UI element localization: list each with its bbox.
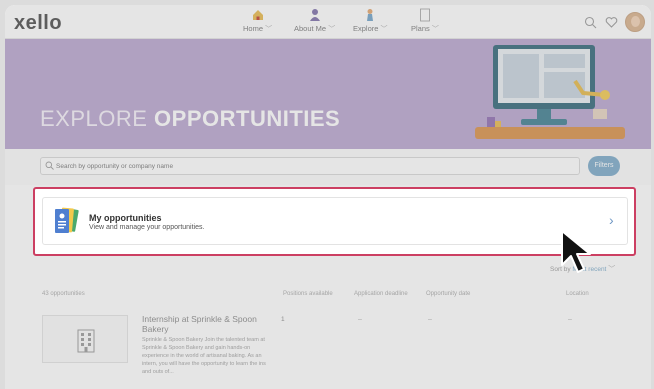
- my-opportunities-subtitle: View and manage your opportunities.: [89, 224, 205, 231]
- nav-explore-label: Explore: [353, 24, 379, 33]
- nav-home-label: Home: [243, 24, 264, 33]
- page-title-bold: OPPORTUNITIES: [154, 106, 341, 131]
- xello-logo[interactable]: xello: [14, 12, 62, 35]
- highlight-outline: My opportunities View and manage your op…: [33, 187, 636, 256]
- page-title-light: EXPLORE: [40, 106, 155, 131]
- application-deadline: –: [358, 316, 362, 323]
- mouse-cursor-icon: [561, 230, 591, 273]
- page-title: EXPLORE OPPORTUNITIES: [40, 106, 340, 132]
- building-icon: [77, 329, 95, 353]
- column-header: Location: [566, 291, 589, 297]
- heart-icon[interactable]: [605, 16, 618, 29]
- chevron-down-icon: ﹀: [608, 266, 616, 273]
- location: –: [568, 316, 572, 323]
- opportunity-title[interactable]: Internship at Sprinkle & Spoon Bakery: [142, 314, 262, 334]
- documents-icon: [55, 207, 79, 233]
- my-opportunities-title: My opportunities: [89, 213, 162, 223]
- my-opportunities-card[interactable]: My opportunities View and manage your op…: [42, 197, 628, 245]
- search-icon[interactable]: [584, 16, 597, 29]
- filters-button[interactable]: Filters: [588, 156, 620, 176]
- search-icon: [45, 161, 54, 170]
- computer-illustration: [475, 45, 625, 139]
- avatar-face: [631, 16, 640, 27]
- search-field[interactable]: [40, 157, 580, 175]
- chevron-down-icon: ﹀: [328, 26, 336, 33]
- document-icon: [420, 8, 430, 22]
- chevron-down-icon: ﹀: [265, 26, 273, 33]
- opportunity-description: Sprinkle & Spoon Bakery Join the talente…: [142, 337, 266, 375]
- table-header: 43 opportunities Positions available App…: [5, 291, 651, 303]
- column-header: Application deadline: [354, 291, 408, 297]
- explore-person-icon: [367, 9, 374, 21]
- nav-home[interactable]: Home ﹀: [243, 8, 272, 38]
- opportunity-count: 43 opportunities: [42, 291, 85, 297]
- column-header: Positions available: [283, 291, 333, 297]
- positions-available: 1: [281, 316, 285, 323]
- chevron-down-icon: ﹀: [380, 26, 388, 33]
- chevron-down-icon: ﹀: [431, 26, 439, 33]
- nav-about-me-label: About Me: [294, 24, 327, 33]
- avatar[interactable]: [625, 12, 645, 32]
- home-icon: [252, 10, 263, 20]
- search-input[interactable]: [56, 160, 556, 173]
- nav-about-me[interactable]: About Me ﹀: [294, 8, 335, 38]
- person-icon: [309, 9, 320, 21]
- hero-banner: EXPLORE OPPORTUNITIES: [5, 39, 651, 149]
- nav-plans-label: Plans: [411, 24, 430, 33]
- nav-explore[interactable]: Explore ﹀: [353, 8, 388, 38]
- opportunity-date: –: [428, 316, 432, 323]
- opportunity-thumbnail: [42, 315, 128, 363]
- top-navigation-bar: xello Home ﹀ About Me ﹀ Explore ﹀ Plans …: [5, 5, 651, 39]
- search-row: Filters: [5, 149, 651, 185]
- table-row[interactable]: Internship at Sprinkle & Spoon Bakery Sp…: [5, 309, 651, 389]
- chevron-right-icon[interactable]: ›: [609, 212, 614, 228]
- column-header: Opportunity date: [426, 291, 471, 297]
- nav-plans[interactable]: Plans ﹀: [411, 8, 439, 38]
- app-window: xello Home ﹀ About Me ﹀ Explore ﹀ Plans …: [5, 5, 651, 389]
